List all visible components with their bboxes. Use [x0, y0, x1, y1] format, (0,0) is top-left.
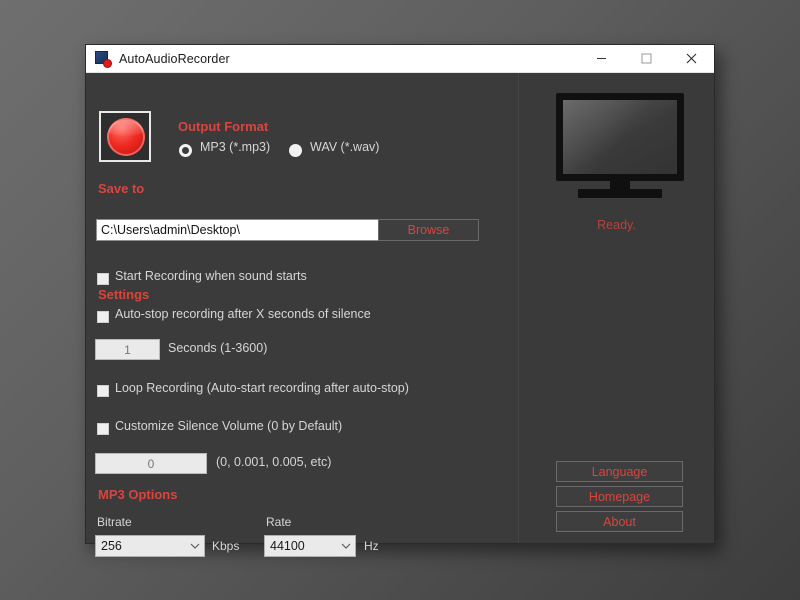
monitor-glare: [563, 100, 677, 174]
checkbox-loop-recording-label[interactable]: Loop Recording (Auto-start recording aft…: [115, 381, 409, 395]
rate-unit-label: Hz: [364, 539, 379, 553]
silence-volume-label: (0, 0.001, 0.005, etc): [216, 455, 331, 469]
monitor-bezel: [556, 93, 684, 181]
checkbox-customize-silence[interactable]: [97, 423, 109, 435]
radio-wav-label[interactable]: WAV (*.wav): [310, 140, 379, 154]
bitrate-select-value: 256: [96, 539, 186, 553]
homepage-button[interactable]: Homepage: [556, 486, 683, 507]
rate-select-value: 44100: [265, 539, 337, 553]
save-path-input[interactable]: [96, 219, 381, 241]
minimize-button[interactable]: [579, 45, 624, 73]
title-bar[interactable]: AutoAudioRecorder: [86, 45, 714, 73]
record-gloss-highlight: [109, 120, 143, 136]
rate-label: Rate: [266, 515, 291, 529]
monitor-base: [578, 189, 662, 198]
chevron-down-icon: [186, 543, 204, 550]
monitor-icon: [556, 93, 684, 193]
status-pane: Ready. Language Homepage About: [519, 73, 714, 543]
checkbox-start-recording-label[interactable]: Start Recording when sound starts: [115, 269, 307, 283]
output-format-heading: Output Format: [178, 119, 268, 134]
chevron-down-icon: [337, 543, 355, 550]
radio-mp3-label[interactable]: MP3 (*.mp3): [200, 140, 270, 154]
window-title: AutoAudioRecorder: [119, 52, 579, 66]
close-button[interactable]: [669, 45, 714, 73]
checkbox-auto-stop[interactable]: [97, 311, 109, 323]
rate-select[interactable]: 44100: [264, 535, 356, 557]
checkbox-start-recording[interactable]: [97, 273, 109, 285]
about-button[interactable]: About: [556, 511, 683, 532]
browse-button[interactable]: Browse: [378, 219, 479, 241]
client-area: Output Format MP3 (*.mp3) WAV (*.wav) Sa…: [86, 73, 714, 543]
radio-mp3[interactable]: [179, 144, 192, 157]
checkbox-auto-stop-label[interactable]: Auto-stop recording after X seconds of s…: [115, 307, 371, 321]
app-icon: [95, 51, 111, 67]
maximize-button[interactable]: [624, 45, 669, 73]
settings-heading: Settings: [98, 287, 149, 302]
bitrate-label: Bitrate: [97, 515, 132, 529]
silence-volume-input[interactable]: [95, 453, 207, 474]
window-controls: [579, 45, 714, 73]
language-button[interactable]: Language: [556, 461, 683, 482]
settings-pane: Output Format MP3 (*.mp3) WAV (*.wav) Sa…: [86, 73, 518, 543]
bitrate-unit-label: Kbps: [212, 539, 239, 553]
seconds-input[interactable]: [95, 339, 160, 360]
record-dot-icon: [104, 60, 111, 67]
status-badge: Ready.: [519, 218, 714, 232]
checkbox-loop-recording[interactable]: [97, 385, 109, 397]
seconds-label: Seconds (1-3600): [168, 341, 267, 355]
save-to-heading: Save to: [98, 181, 144, 196]
mp3-options-heading: MP3 Options: [98, 487, 177, 502]
record-button-icon: [99, 111, 151, 162]
radio-wav[interactable]: [289, 144, 302, 157]
app-window: AutoAudioRecorder: [85, 44, 715, 544]
checkbox-customize-silence-label[interactable]: Customize Silence Volume (0 by Default): [115, 419, 342, 433]
monitor-screen: [563, 100, 677, 174]
bitrate-select[interactable]: 256: [95, 535, 205, 557]
